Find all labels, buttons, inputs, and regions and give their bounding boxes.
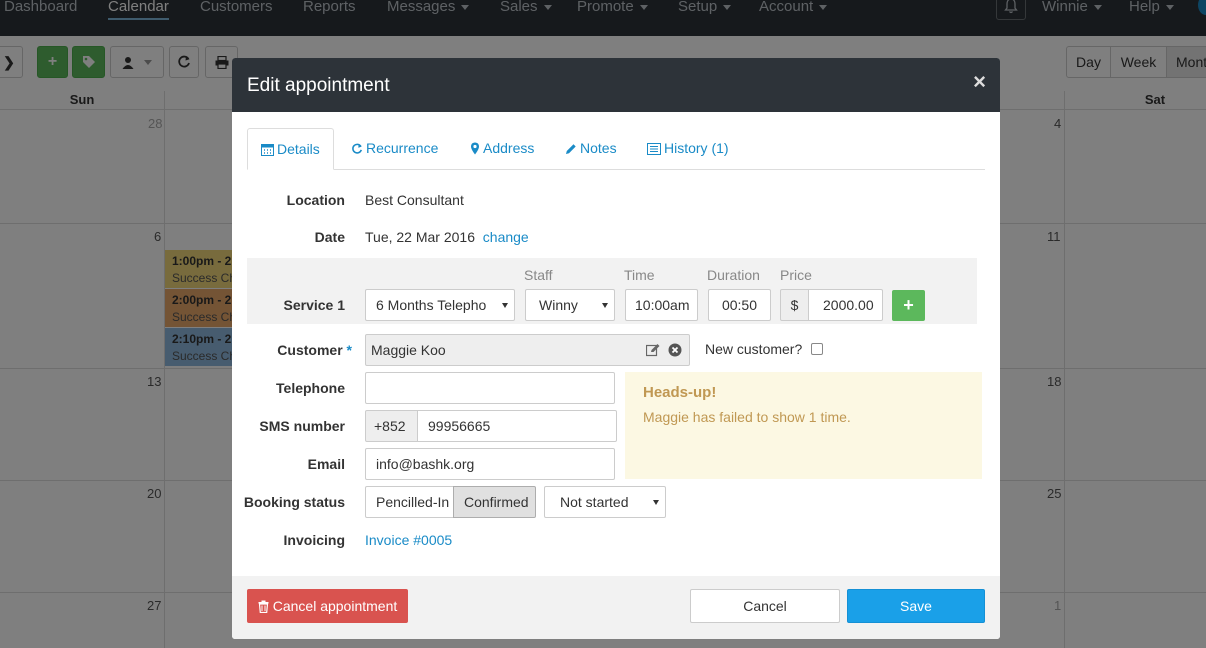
location-value: Best Consultant xyxy=(365,192,464,208)
cancel-button[interactable]: Cancel xyxy=(690,589,840,623)
add-service-button[interactable]: + xyxy=(892,290,925,321)
email-label: Email xyxy=(307,456,345,472)
trash-icon xyxy=(258,600,269,613)
close-button[interactable]: × xyxy=(973,70,986,94)
pencil-icon xyxy=(566,144,576,154)
tab-history[interactable]: History (1) xyxy=(647,128,729,170)
service-select[interactable]: 6 Months Telepho xyxy=(365,289,515,321)
time-column-label: Time xyxy=(624,267,655,283)
tab-details-label: Details xyxy=(277,141,320,157)
list-icon xyxy=(647,143,661,155)
staff-value: Winny xyxy=(539,297,578,313)
tab-details[interactable]: Details xyxy=(247,128,334,170)
tab-notes[interactable]: Notes xyxy=(565,128,617,170)
sms-label: SMS number xyxy=(259,418,345,434)
booking-status-label: Booking status xyxy=(243,494,345,510)
new-customer-checkbox[interactable] xyxy=(811,343,823,355)
invoice-link[interactable]: Invoice #0005 xyxy=(365,532,452,548)
map-marker-icon xyxy=(471,142,479,155)
modal-title: Edit appointment xyxy=(247,75,390,96)
service-value: 6 Months Telepho xyxy=(376,297,487,313)
tab-address-label: Address xyxy=(483,140,535,156)
sms-input[interactable]: 99956665 xyxy=(417,410,617,442)
price-input[interactable]: 2000.00 xyxy=(808,289,883,321)
customer-input[interactable]: Maggie Koo xyxy=(365,334,690,366)
date-text: Tue, 22 Mar 2016 xyxy=(365,229,475,245)
date-label: Date xyxy=(314,229,345,245)
invoicing-label: Invoicing xyxy=(283,532,345,548)
edit-appointment-modal: Edit appointment × Details Recurrence Ad… xyxy=(232,58,1000,639)
refresh-icon xyxy=(352,143,363,154)
tab-address[interactable]: Address xyxy=(470,128,534,170)
tab-history-label: History (1) xyxy=(664,140,729,156)
price-column-label: Price xyxy=(780,267,812,283)
edit-icon[interactable] xyxy=(646,343,661,357)
calendar-icon xyxy=(261,144,274,156)
tab-recurrence-label: Recurrence xyxy=(366,140,439,156)
modal-tabs: Details Recurrence Address Notes History… xyxy=(247,128,985,170)
date-value: Tue, 22 Mar 2016 change xyxy=(365,229,529,245)
confirmed-button[interactable]: Confirmed xyxy=(453,486,536,518)
progress-status-value: Not started xyxy=(560,494,629,510)
time-input[interactable]: 10:00am xyxy=(625,289,698,321)
currency-addon: $ xyxy=(780,289,809,321)
telephone-input[interactable] xyxy=(365,372,615,404)
duration-input[interactable]: 00:50 xyxy=(708,289,771,321)
save-button[interactable]: Save xyxy=(847,589,985,623)
customer-label: Customer * xyxy=(277,342,352,358)
staff-select[interactable]: Winny xyxy=(525,289,615,321)
pencilled-in-button[interactable]: Pencilled-In xyxy=(365,486,454,518)
modal-footer: Cancel appointment Cancel Save xyxy=(232,576,1000,639)
service-label: Service 1 xyxy=(283,297,346,313)
required-marker: * xyxy=(346,342,352,358)
location-label: Location xyxy=(286,192,345,208)
duration-column-label: Duration xyxy=(707,267,760,283)
chevron-down-icon xyxy=(653,500,659,505)
chevron-down-icon xyxy=(502,303,508,308)
tab-notes-label: Notes xyxy=(580,140,617,156)
new-customer-label: New customer? xyxy=(705,341,803,357)
staff-column-label: Staff xyxy=(524,267,553,283)
telephone-label: Telephone xyxy=(276,380,345,396)
tab-recurrence[interactable]: Recurrence xyxy=(351,128,438,170)
sms-prefix: +852 xyxy=(365,410,418,442)
cancel-appointment-button[interactable]: Cancel appointment xyxy=(247,589,408,623)
change-date-link[interactable]: change xyxy=(483,229,529,245)
heads-up-alert: Heads-up! Maggie has failed to show 1 ti… xyxy=(625,372,982,479)
chevron-down-icon xyxy=(602,303,608,308)
alert-text: Maggie has failed to show 1 time. xyxy=(643,409,851,425)
modal-header: Edit appointment × xyxy=(232,58,1000,112)
progress-status-select[interactable]: Not started xyxy=(544,486,666,518)
email-input[interactable]: info@bashk.org xyxy=(365,448,615,480)
cancel-appointment-label: Cancel appointment xyxy=(272,598,398,614)
alert-title: Heads-up! xyxy=(643,384,717,401)
customer-label-text: Customer xyxy=(277,342,343,358)
clear-icon[interactable] xyxy=(668,343,682,357)
customer-value: Maggie Koo xyxy=(371,342,446,358)
